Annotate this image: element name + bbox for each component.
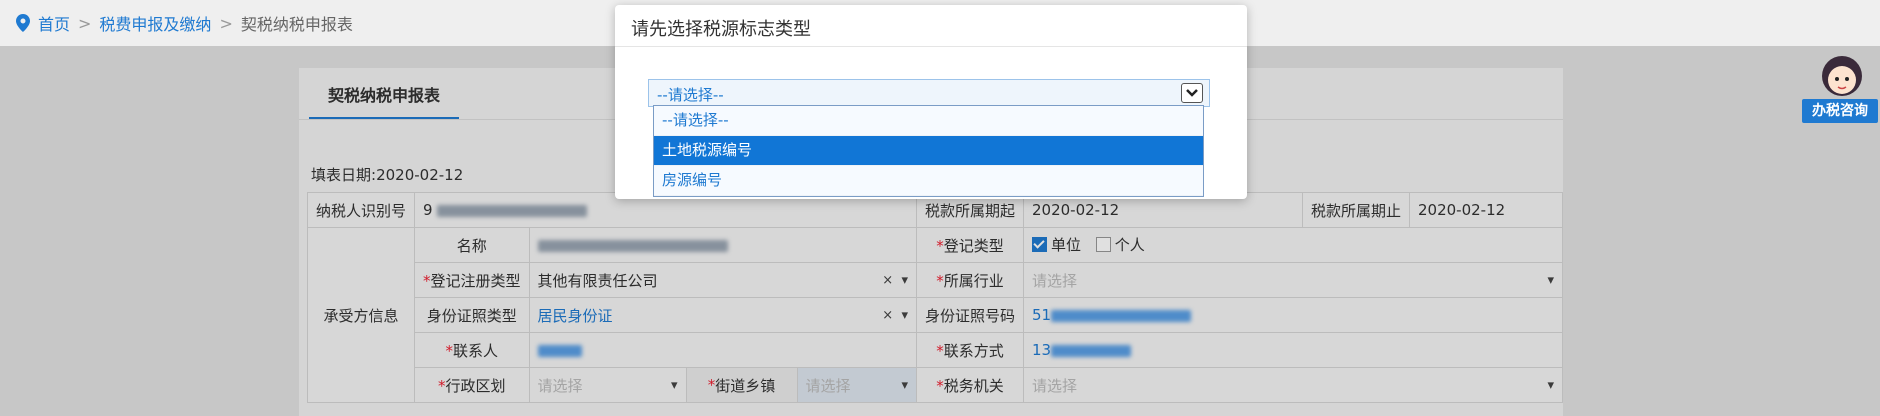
dialog-header-divider: [615, 46, 1247, 47]
chevron-down-icon[interactable]: ▾: [671, 378, 678, 393]
checkbox-empty-icon[interactable]: [1095, 237, 1111, 252]
phone-label: *联系方式: [915, 332, 1024, 368]
district-select[interactable]: 请选择 ▾: [528, 367, 687, 403]
tax-source-type-select[interactable]: --请选择--: [648, 79, 1210, 107]
contact-label: *联系人: [414, 332, 530, 368]
breadcrumb-separator: >: [219, 13, 233, 33]
industry-select[interactable]: 请选择 ▾: [1022, 262, 1564, 298]
option-house-source-no[interactable]: 房源编号: [654, 166, 1203, 196]
registration-type-label: *登记注册类型: [414, 262, 530, 298]
chevron-down-icon[interactable]: ▾: [1547, 273, 1554, 288]
location-pin-icon: [16, 14, 30, 32]
option-land-tax-source-no[interactable]: 土地税源编号: [654, 136, 1203, 166]
table-row: *行政区划 请选择 ▾ * 街道乡镇 请选择 ▾ *税务机关 请选择 ▾: [308, 367, 1564, 403]
clear-icon[interactable]: ×: [882, 273, 893, 288]
table-row: *联系人 *联系方式 13: [308, 332, 1564, 368]
street-label: * 街道乡镇: [686, 368, 798, 402]
tax-office-select[interactable]: 请选择 ▾: [1022, 367, 1564, 403]
clear-icon[interactable]: ×: [882, 308, 893, 323]
district-label: *行政区划: [414, 367, 530, 403]
reg-type-label: *登记类型: [915, 227, 1024, 263]
registration-type-select[interactable]: 其他有限责任公司 × ▾: [528, 262, 917, 298]
taxpayer-id-prefix: 9: [423, 201, 433, 219]
redacted-phone: [1051, 344, 1132, 357]
street-select[interactable]: 请选择 ▾: [797, 368, 916, 402]
name-field[interactable]: [528, 227, 917, 263]
reg-type-personal-option[interactable]: 个人: [1095, 234, 1145, 255]
id-type-label: 身份证照类型: [414, 297, 530, 333]
table-row: 身份证照类型 居民身份证 × ▾ 身份证照号码 51: [308, 297, 1564, 333]
dialog-title: 请先选择税源标志类型: [631, 19, 811, 40]
contact-field[interactable]: [528, 332, 917, 368]
redacted-id-number: [1051, 309, 1192, 322]
redacted-name: [537, 239, 728, 252]
option-please-select[interactable]: --请选择--: [654, 106, 1203, 136]
reg-type-field: 单位 个人: [1022, 227, 1564, 263]
id-number-label: 身份证照号码: [915, 297, 1024, 333]
fill-date: 填表日期:2020-02-12: [311, 164, 463, 185]
name-label: 名称: [414, 227, 530, 263]
period-end-value: 2020-02-12: [1409, 192, 1563, 228]
section-label-transferee: 承受方信息: [306, 227, 416, 403]
redacted-contact: [537, 344, 582, 357]
id-number-field[interactable]: 51: [1022, 297, 1564, 333]
tax-consult-button[interactable]: 办税咨询: [1802, 99, 1878, 123]
street-cell: * 街道乡镇 请选择 ▾: [685, 367, 917, 403]
chevron-down-icon[interactable]: [1181, 83, 1203, 103]
reg-type-unit-option[interactable]: 单位: [1031, 234, 1081, 255]
redacted-taxpayer-id: [437, 204, 588, 217]
id-type-select[interactable]: 居民身份证 × ▾: [528, 297, 917, 333]
phone-field[interactable]: 13: [1022, 332, 1564, 368]
deed-tax-form-table: 纳税人识别号 9 税款所属期起 2020-02-12 税款所属期止 2020-0…: [306, 192, 1564, 403]
period-end-label: 税款所属期止: [1301, 192, 1411, 228]
breadcrumb-tax-filing-link[interactable]: 税费申报及缴纳: [99, 11, 211, 35]
chevron-down-icon[interactable]: ▾: [901, 378, 908, 393]
table-row: *登记注册类型 其他有限责任公司 × ▾ *所属行业 请选择 ▾: [308, 262, 1564, 298]
select-current-value: --请选择--: [657, 86, 724, 104]
breadcrumb: 首页 > 税费申报及缴纳 > 契税纳税申报表: [16, 12, 353, 34]
tax-source-type-options: --请选择-- 土地税源编号 房源编号: [653, 105, 1204, 197]
chevron-down-icon[interactable]: ▾: [901, 308, 908, 323]
fill-date-value: 2020-02-12: [376, 166, 464, 184]
tax-source-type-dialog: 请先选择税源标志类型 --请选择-- --请选择-- 土地税源编号 房源编号: [615, 5, 1247, 199]
taxpayer-id-label: 纳税人识别号: [306, 192, 416, 228]
tab-deed-tax-return[interactable]: 契税纳税申报表: [309, 82, 459, 118]
chevron-down-icon[interactable]: ▾: [1547, 378, 1554, 393]
industry-label: *所属行业: [915, 262, 1024, 298]
breadcrumb-current: 契税纳税申报表: [240, 15, 353, 34]
checkbox-checked-icon[interactable]: [1031, 237, 1047, 252]
tax-office-label: *税务机关: [915, 367, 1024, 403]
fill-date-label: 填表日期:: [311, 166, 377, 184]
breadcrumb-separator: >: [78, 13, 92, 33]
breadcrumb-home-link[interactable]: 首页: [38, 11, 70, 35]
chevron-down-icon[interactable]: ▾: [901, 273, 908, 288]
table-row: 承受方信息 名称 *登记类型 单位 个人: [306, 227, 1564, 403]
